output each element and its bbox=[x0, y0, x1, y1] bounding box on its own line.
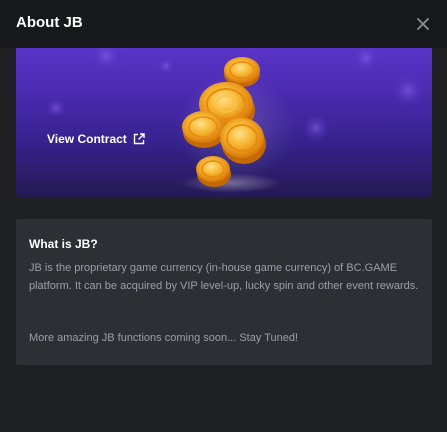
close-icon[interactable] bbox=[414, 15, 432, 33]
info-heading: What is JB? bbox=[29, 237, 98, 251]
about-jb-modal: About JB View Contract What is JB? JB is… bbox=[0, 0, 447, 432]
info-note: More amazing JB functions coming soon...… bbox=[29, 332, 299, 344]
external-link-icon bbox=[133, 133, 145, 145]
view-contract-link[interactable]: View Contract bbox=[47, 132, 145, 146]
jb-banner: View Contract bbox=[16, 48, 432, 198]
info-description: JB is the proprietary game currency (in-… bbox=[29, 262, 419, 292]
jb-info-panel: What is JB? JB is the proprietary game c… bbox=[16, 219, 432, 365]
modal-header: About JB bbox=[0, 0, 447, 48]
view-contract-label: View Contract bbox=[47, 132, 127, 146]
coins-illustration bbox=[46, 48, 424, 193]
modal-title: About JB bbox=[16, 14, 83, 31]
